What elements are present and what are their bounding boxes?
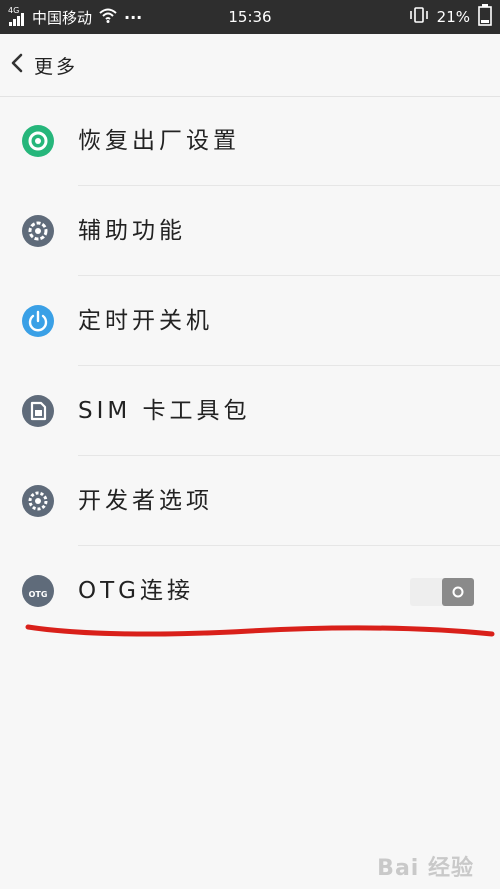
otg-icon: OTG [22,575,54,607]
list-item-label: 开发者选项 [78,488,213,514]
otg-icon-text: OTG [28,589,48,599]
page-title: 更多 [34,55,79,78]
developer-gear-icon [22,485,54,517]
list-item-label: 恢复出厂设置 [78,128,240,154]
toggle-knob [442,578,474,606]
status-bar-right: 21% [409,0,492,34]
list-item-scheduled-power[interactable]: 定时开关机 [0,276,500,366]
list-item-developer-options[interactable]: 开发者选项 [0,456,500,546]
scheduled-power-icon [22,305,54,337]
list-item-label: 定时开关机 [78,308,213,334]
header-bar: 更多 [0,34,500,97]
otg-toggle-switch[interactable] [410,578,474,606]
red-underline-annotation [25,624,495,637]
sim-card-icon [22,395,54,427]
battery-icon [478,4,492,30]
accessibility-gear-icon [22,215,54,247]
list-item-sim-toolkit[interactable]: SIM 卡工具包 [0,366,500,456]
list-item-label: SIM 卡工具包 [78,398,251,424]
status-bar: 4G 中国移动 ··· 15:36 21% [0,0,500,34]
battery-percent: 21% [436,8,470,26]
watermark-logo: Bai 经验 [377,856,474,881]
list-item-factory-reset[interactable]: 恢复出厂设置 [0,96,500,186]
list-item-label: 辅助功能 [78,218,186,244]
settings-list: 恢复出厂设置 辅助功能 定时开关机 SIM 卡工具包 开发者选项 OTG OTG… [0,96,500,636]
back-chevron-icon [10,53,24,77]
factory-reset-icon [22,125,54,157]
back-button[interactable]: 更多 [10,48,106,82]
vibrate-icon [409,6,429,28]
list-item-accessibility[interactable]: 辅助功能 [0,186,500,276]
